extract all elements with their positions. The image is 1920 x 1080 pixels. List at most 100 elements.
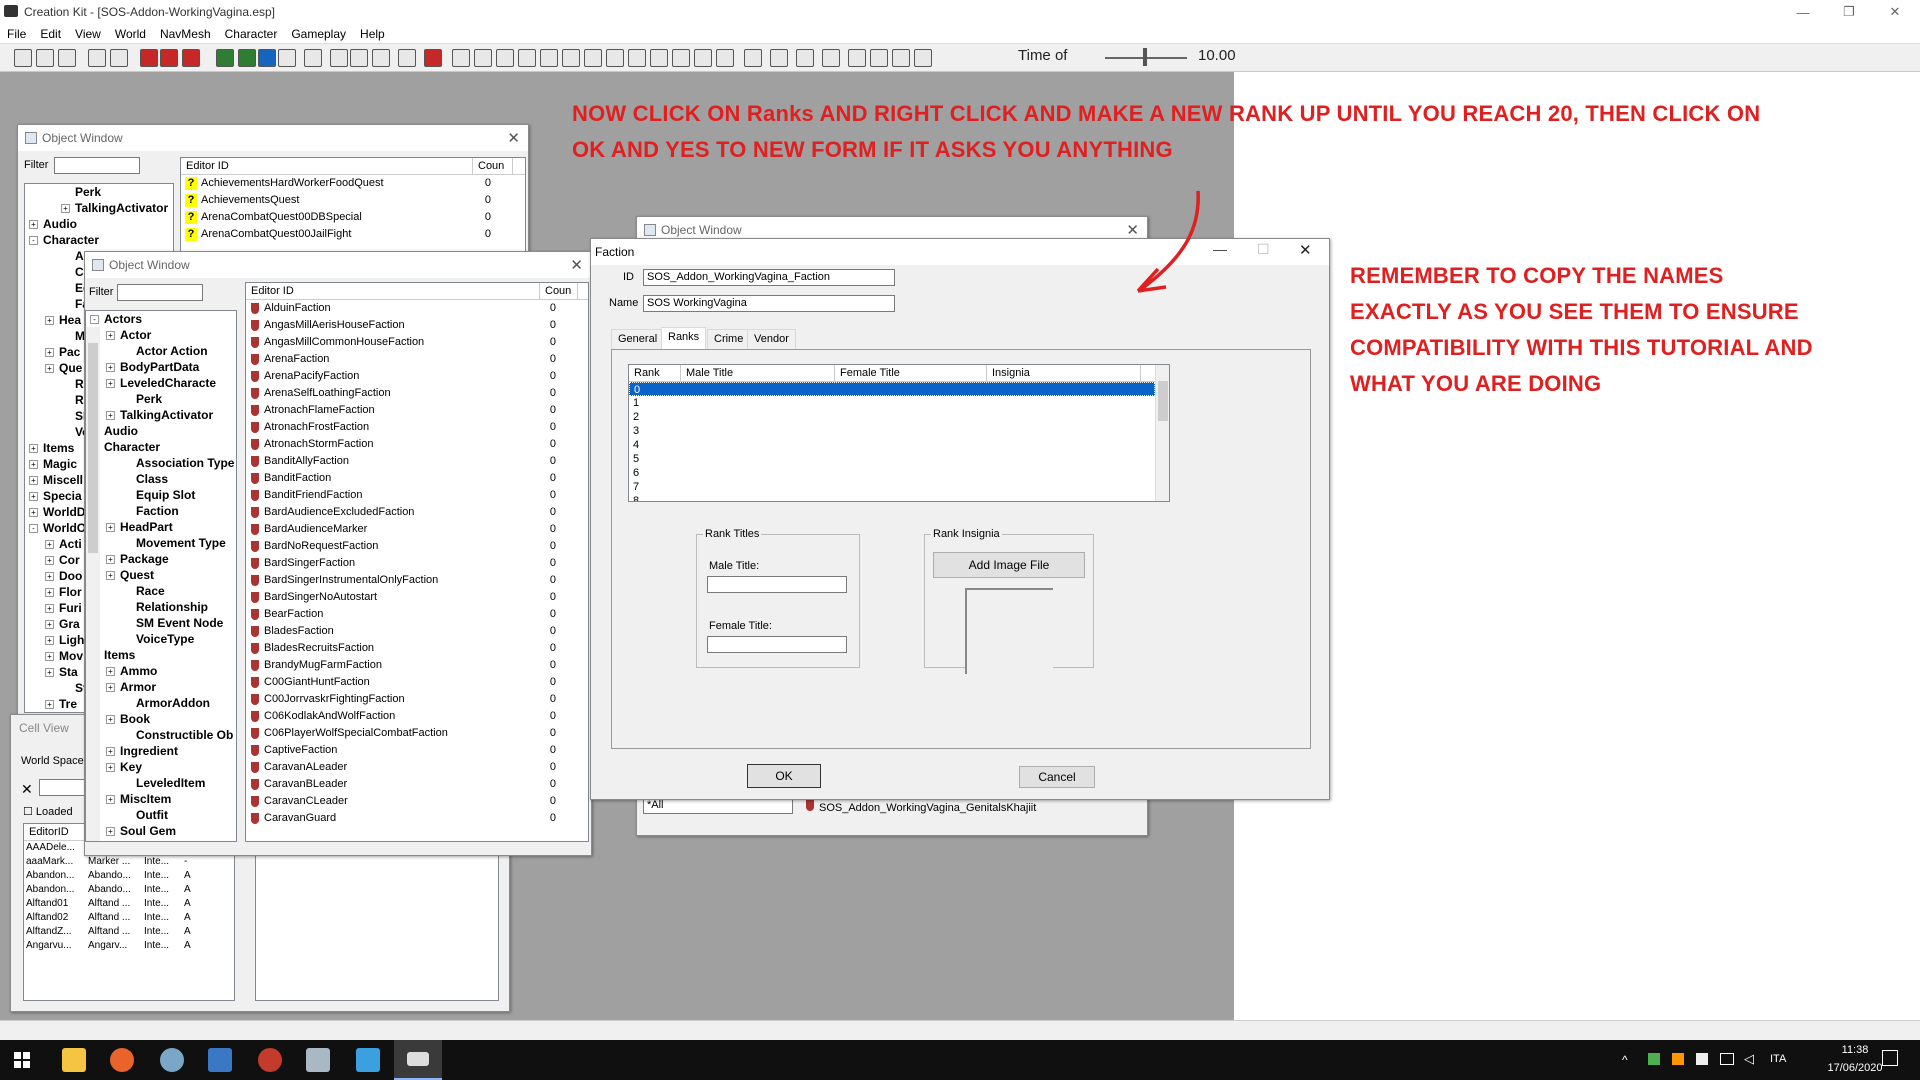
expand-icon[interactable]: + bbox=[29, 444, 38, 454]
tree-item[interactable]: -Character bbox=[86, 439, 236, 455]
tray-chevron-icon[interactable]: ^ bbox=[1622, 1053, 1628, 1067]
list-row[interactable]: AtronachStormFaction 0 bbox=[246, 436, 588, 453]
tree-item[interactable]: SM Event Node bbox=[86, 615, 236, 631]
expand-icon[interactable]: + bbox=[106, 715, 115, 725]
menu-view[interactable]: View bbox=[68, 27, 108, 41]
list-row[interactable]: BardSingerInstrumentalOnlyFaction 0 bbox=[246, 572, 588, 589]
col-editor-id[interactable]: Editor ID bbox=[246, 283, 540, 299]
list-row[interactable]: BardSingerNoAutostart 0 bbox=[246, 589, 588, 606]
tree-item[interactable]: + Soul Gem bbox=[86, 823, 236, 839]
collapse-icon[interactable]: - bbox=[90, 315, 99, 325]
network-icon[interactable] bbox=[1720, 1053, 1734, 1065]
expand-icon[interactable]: + bbox=[45, 700, 54, 710]
col-count[interactable]: Coun bbox=[540, 283, 578, 299]
list-row[interactable]: C00JorrvaskrFightingFaction 0 bbox=[246, 691, 588, 708]
list-row[interactable]: BardNoRequestFaction 0 bbox=[246, 538, 588, 555]
list-row[interactable]: AlduinFaction 0 bbox=[246, 300, 588, 317]
toolbar-button-icon[interactable] bbox=[278, 49, 296, 67]
col-editorid[interactable]: EditorID bbox=[24, 824, 88, 840]
toolbar-button-icon[interactable] bbox=[140, 49, 158, 67]
rank-row[interactable]: 4 bbox=[629, 438, 1155, 452]
expand-icon[interactable]: + bbox=[106, 763, 115, 773]
name-field[interactable]: SOS WorkingVagina bbox=[643, 295, 895, 312]
list-row[interactable]: AngasMillCommonHouseFaction 0 bbox=[246, 334, 588, 351]
tree-item[interactable]: LeveledItem bbox=[86, 775, 236, 791]
toolbar-button-icon[interactable] bbox=[716, 49, 734, 67]
rank-row[interactable]: 8 bbox=[629, 494, 1155, 501]
tree-item[interactable]: + Quest bbox=[86, 567, 236, 583]
app-icon-6[interactable] bbox=[306, 1048, 330, 1072]
toolbar-button-icon[interactable] bbox=[452, 49, 470, 67]
list-row[interactable]: BladesFaction 0 bbox=[246, 623, 588, 640]
tree-item[interactable]: + Ammo bbox=[86, 663, 236, 679]
ok-button[interactable]: OK bbox=[747, 764, 821, 788]
toolbar-button-icon[interactable] bbox=[58, 49, 76, 67]
list-row[interactable]: CaptiveFaction 0 bbox=[246, 742, 588, 759]
collapse-icon[interactable]: - bbox=[29, 236, 38, 246]
menu-navmesh[interactable]: NavMesh bbox=[153, 27, 218, 41]
toolbar-button-icon[interactable] bbox=[562, 49, 580, 67]
list-row[interactable]: ? ArenaCombatQuest00JailFight 0 bbox=[181, 226, 525, 243]
expand-icon[interactable]: + bbox=[45, 540, 54, 550]
expand-icon[interactable]: + bbox=[45, 572, 54, 582]
tree-item[interactable]: + BodyPartData bbox=[86, 359, 236, 375]
toolbar-button-icon[interactable] bbox=[88, 49, 106, 67]
expand-icon[interactable]: + bbox=[29, 508, 38, 518]
list-row[interactable]: BearFaction 0 bbox=[246, 606, 588, 623]
cell-row[interactable]: Abandon... Abando... Inte... A bbox=[24, 883, 234, 897]
tree-item[interactable]: + Actor bbox=[86, 327, 236, 343]
toolbar-button-icon[interactable] bbox=[650, 49, 668, 67]
menu-help[interactable]: Help bbox=[353, 27, 392, 41]
collapse-icon[interactable]: - bbox=[29, 524, 38, 534]
toolbar-button-icon[interactable] bbox=[160, 49, 178, 67]
rank-row[interactable]: 2 bbox=[629, 410, 1155, 424]
list-row[interactable]: CaravanGuard 0 bbox=[246, 810, 588, 827]
expand-icon[interactable]: + bbox=[45, 636, 54, 646]
rank-row[interactable]: 0 bbox=[629, 382, 1155, 396]
menu-character[interactable]: Character bbox=[218, 27, 285, 41]
toolbar-button-icon[interactable] bbox=[606, 49, 624, 67]
toolbar-button-icon[interactable] bbox=[848, 49, 866, 67]
tree-item[interactable]: - Actors bbox=[86, 311, 236, 327]
expand-icon[interactable]: + bbox=[61, 204, 70, 214]
add-image-file-button[interactable]: Add Image File bbox=[933, 552, 1085, 578]
file-explorer-icon[interactable] bbox=[62, 1048, 86, 1072]
close-icon[interactable]: ✕ bbox=[1299, 241, 1312, 259]
list-row[interactable]: ? AchievementsQuest 0 bbox=[181, 192, 525, 209]
tree-item[interactable]: Race bbox=[86, 583, 236, 599]
expand-icon[interactable]: + bbox=[106, 363, 115, 373]
expand-icon[interactable]: + bbox=[106, 331, 115, 341]
list-row[interactable]: BardAudienceMarker 0 bbox=[246, 521, 588, 538]
tray-icon-1[interactable] bbox=[1648, 1053, 1660, 1065]
notification-icon[interactable] bbox=[1882, 1050, 1898, 1066]
cell-row[interactable]: Alftand02 Alftand ... Inte... A bbox=[24, 911, 234, 925]
list-row[interactable]: AtronachFrostFaction 0 bbox=[246, 419, 588, 436]
toolbar-button-icon[interactable] bbox=[694, 49, 712, 67]
tree-item[interactable]: Perk bbox=[86, 391, 236, 407]
col-female-title[interactable]: Female Title bbox=[835, 365, 987, 381]
tree-item[interactable]: Constructible Ob bbox=[86, 727, 236, 743]
tree-item[interactable]: + Audio bbox=[25, 216, 173, 232]
rank-row[interactable]: 6 bbox=[629, 466, 1155, 480]
toolbar-button-icon[interactable] bbox=[744, 49, 762, 67]
tree-item[interactable]: + MiscItem bbox=[86, 791, 236, 807]
list-row[interactable]: ArenaSelfLoathingFaction 0 bbox=[246, 385, 588, 402]
tree-item[interactable]: + Package bbox=[86, 551, 236, 567]
menu-file[interactable]: File bbox=[0, 27, 33, 41]
expand-icon[interactable]: + bbox=[106, 795, 115, 805]
toolbar-button-icon[interactable] bbox=[330, 49, 348, 67]
app-icon-7[interactable] bbox=[356, 1048, 380, 1072]
cell-row[interactable]: aaaMark... Marker ... Inte... - bbox=[24, 855, 234, 869]
toolbar-button-icon[interactable] bbox=[216, 49, 234, 67]
toolbar-button-icon[interactable] bbox=[518, 49, 536, 67]
toolbar-button-icon[interactable] bbox=[258, 49, 276, 67]
clock-time[interactable]: 11:38 bbox=[1822, 1044, 1888, 1056]
list-row[interactable]: BladesRecruitsFaction 0 bbox=[246, 640, 588, 657]
minimize-button[interactable]: — bbox=[1780, 0, 1826, 24]
list-row[interactable]: BardAudienceExcludedFaction 0 bbox=[246, 504, 588, 521]
toolbar-button-icon[interactable] bbox=[914, 49, 932, 67]
expand-icon[interactable]: + bbox=[29, 492, 38, 502]
tree-item[interactable]: + Ingredient bbox=[86, 743, 236, 759]
tree-item[interactable]: Association Type bbox=[86, 455, 236, 471]
expand-icon[interactable]: + bbox=[106, 555, 115, 565]
